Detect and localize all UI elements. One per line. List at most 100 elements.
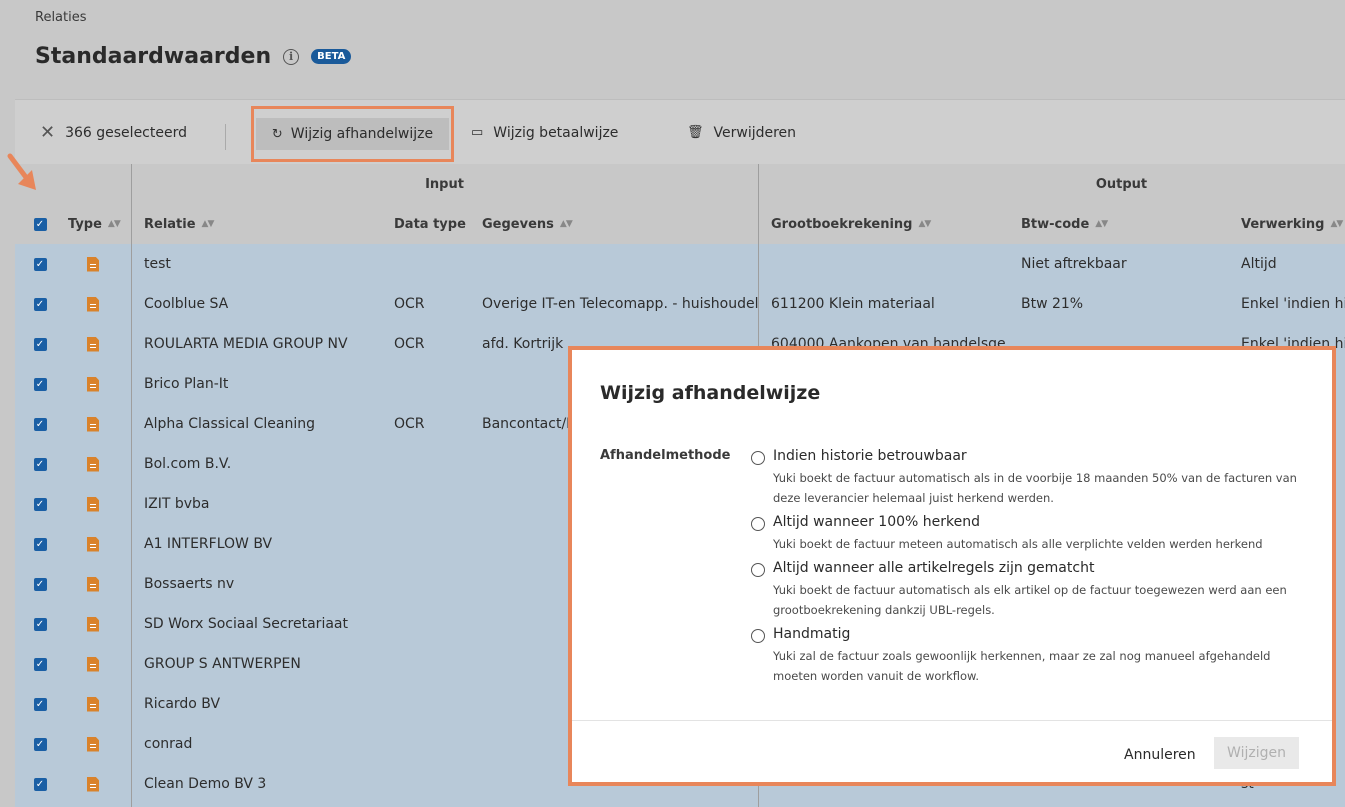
row-checkbox[interactable]: ✓ [33, 457, 47, 471]
column-header-datatype: Data type [394, 204, 466, 244]
document-icon [87, 616, 99, 632]
radio-button[interactable] [751, 563, 765, 577]
relatie-cell: conrad [144, 736, 193, 752]
document-icon [87, 656, 99, 672]
row-checkbox[interactable]: ✓ [33, 777, 47, 791]
row-checkbox[interactable]: ✓ [33, 577, 47, 591]
gegevens-cell: Overige IT-en Telecomapp. - huishoudelij… [482, 296, 758, 312]
column-header-grootboek[interactable]: Grootboekrekening ▲▼ [771, 204, 931, 244]
trash-icon: 🗑 [687, 125, 704, 140]
verwerking-cell: Altijd [1241, 256, 1277, 272]
relatie-cell: Clean Demo BV 3 [144, 776, 267, 792]
type-cell [87, 604, 99, 644]
datatype-cell: OCR [394, 296, 425, 312]
datatype-cell: OCR [394, 416, 425, 432]
grootboek-cell: 611200 Klein materiaal [771, 296, 935, 312]
change-handling-button[interactable]: ↻ Wijzig afhandelwijze [251, 106, 454, 162]
row-select-cell: ✓ [15, 244, 65, 284]
row-checkbox[interactable]: ✓ [33, 697, 47, 711]
document-icon [87, 336, 99, 352]
annotation-arrow [7, 153, 36, 190]
row-select-cell: ✓ [15, 684, 65, 724]
row-select-cell: ✓ [15, 564, 65, 604]
row-select-cell: ✓ [15, 524, 65, 564]
column-header-verwerking[interactable]: Verwerking ▲▼ [1241, 204, 1343, 244]
document-icon [87, 416, 99, 432]
relatie-cell: ROULARTA MEDIA GROUP NV [144, 336, 348, 352]
option-description: Yuki boekt de factuur automatisch als el… [773, 583, 1287, 617]
selection-toolbar: ✕ 366 geselecteerd ↻ Wijzig afhandelwijz… [15, 99, 1345, 164]
column-header-gegevens[interactable]: Gegevens ▲▼ [482, 204, 573, 244]
change-payment-button[interactable]: ▭ Wijzig betaalwijze [471, 100, 618, 165]
dialog-title: Wijzig afhandelwijze [600, 382, 821, 404]
breadcrumb[interactable]: Relaties [35, 10, 87, 25]
sort-icon: ▲▼ [1330, 219, 1343, 229]
option-description: Yuki boekt de factuur automatisch als in… [773, 471, 1297, 505]
handling-method-label: Afhandelmethode [600, 448, 731, 463]
row-checkbox[interactable]: ✓ [33, 737, 47, 751]
row-select-cell: ✓ [15, 484, 65, 524]
wallet-icon: ▭ [471, 125, 484, 140]
toolbar-divider [225, 124, 226, 150]
option-label: Altijd wanneer 100% herkend [773, 514, 980, 530]
relatie-cell: Bossaerts nv [144, 576, 235, 592]
type-cell [87, 364, 99, 404]
option-label: Indien historie betrouwbaar [773, 448, 967, 464]
change-payment-label: Wijzig betaalwijze [493, 124, 619, 141]
option-description: Yuki boekt de factuur meteen automatisch… [773, 537, 1263, 551]
type-cell [87, 644, 99, 684]
row-select-cell: ✓ [15, 324, 65, 364]
relatie-cell: Brico Plan-It [144, 376, 229, 392]
row-checkbox[interactable]: ✓ [33, 537, 47, 551]
dialog-footer: Annuleren Wijzigen [572, 720, 1332, 786]
type-cell [87, 404, 99, 444]
row-checkbox[interactable]: ✓ [33, 497, 47, 511]
info-icon[interactable]: i [283, 48, 300, 65]
cancel-button[interactable]: Annuleren [1116, 739, 1204, 771]
radio-button[interactable] [751, 451, 765, 465]
datatype-cell: OCR [394, 336, 425, 352]
type-cell [87, 244, 99, 284]
clear-selection-button[interactable]: ✕ 366 geselecteerd [40, 100, 187, 165]
column-verwerking-label: Verwerking [1241, 216, 1325, 232]
change-handling-label: Wijzig afhandelwijze [290, 126, 434, 142]
row-checkbox[interactable]: ✓ [33, 617, 47, 631]
table-row[interactable]: ✓ test Niet aftrekbaar Altijd [15, 244, 1345, 284]
column-header-btw[interactable]: Btw-code ▲▼ [1021, 204, 1108, 244]
row-checkbox[interactable]: ✓ [33, 377, 47, 391]
relatie-cell: Alpha Classical Cleaning [144, 416, 315, 432]
option-label: Handmatig [773, 626, 851, 642]
relatie-cell: Coolblue SA [144, 296, 229, 312]
grootboek-cell [771, 244, 1011, 284]
column-relatie-label: Relatie [144, 216, 196, 232]
type-cell [87, 684, 99, 724]
row-checkbox[interactable]: ✓ [33, 257, 47, 271]
column-header-relatie[interactable]: Relatie ▲▼ [144, 204, 214, 244]
row-checkbox[interactable]: ✓ [33, 337, 47, 351]
column-header-type[interactable]: Type ▲▼ [68, 204, 121, 244]
column-btw-label: Btw-code [1021, 216, 1090, 232]
row-select-cell: ✓ [15, 284, 65, 324]
document-icon [87, 576, 99, 592]
delete-label: Verwijderen [713, 124, 797, 141]
select-all-checkbox[interactable]: ✓ [33, 217, 47, 231]
group-header-input: Input [131, 164, 758, 204]
relatie-cell: GROUP S ANTWERPEN [144, 656, 301, 672]
delete-button[interactable]: 🗑 Verwijderen [687, 100, 796, 165]
document-icon [87, 376, 99, 392]
page-title: Standaardwaarden [35, 44, 272, 69]
radio-button[interactable] [751, 517, 765, 531]
apply-button[interactable]: Wijzigen [1214, 737, 1299, 769]
column-divider [131, 164, 132, 807]
table-row[interactable]: ✓ Coolblue SA OCR Overige IT-en Telecomapp.… [15, 284, 1345, 324]
sort-icon: ▲▼ [107, 219, 121, 229]
row-checkbox[interactable]: ✓ [33, 657, 47, 671]
document-icon [87, 256, 99, 272]
relatie-cell: Ricardo BV [144, 696, 221, 712]
option-label: Altijd wanneer alle artikelregels zijn g… [773, 560, 1095, 576]
row-checkbox[interactable]: ✓ [33, 417, 47, 431]
row-select-cell: ✓ [15, 444, 65, 484]
column-grootboek-label: Grootboekrekening [771, 216, 913, 232]
radio-button[interactable] [751, 629, 765, 643]
row-checkbox[interactable]: ✓ [33, 297, 47, 311]
